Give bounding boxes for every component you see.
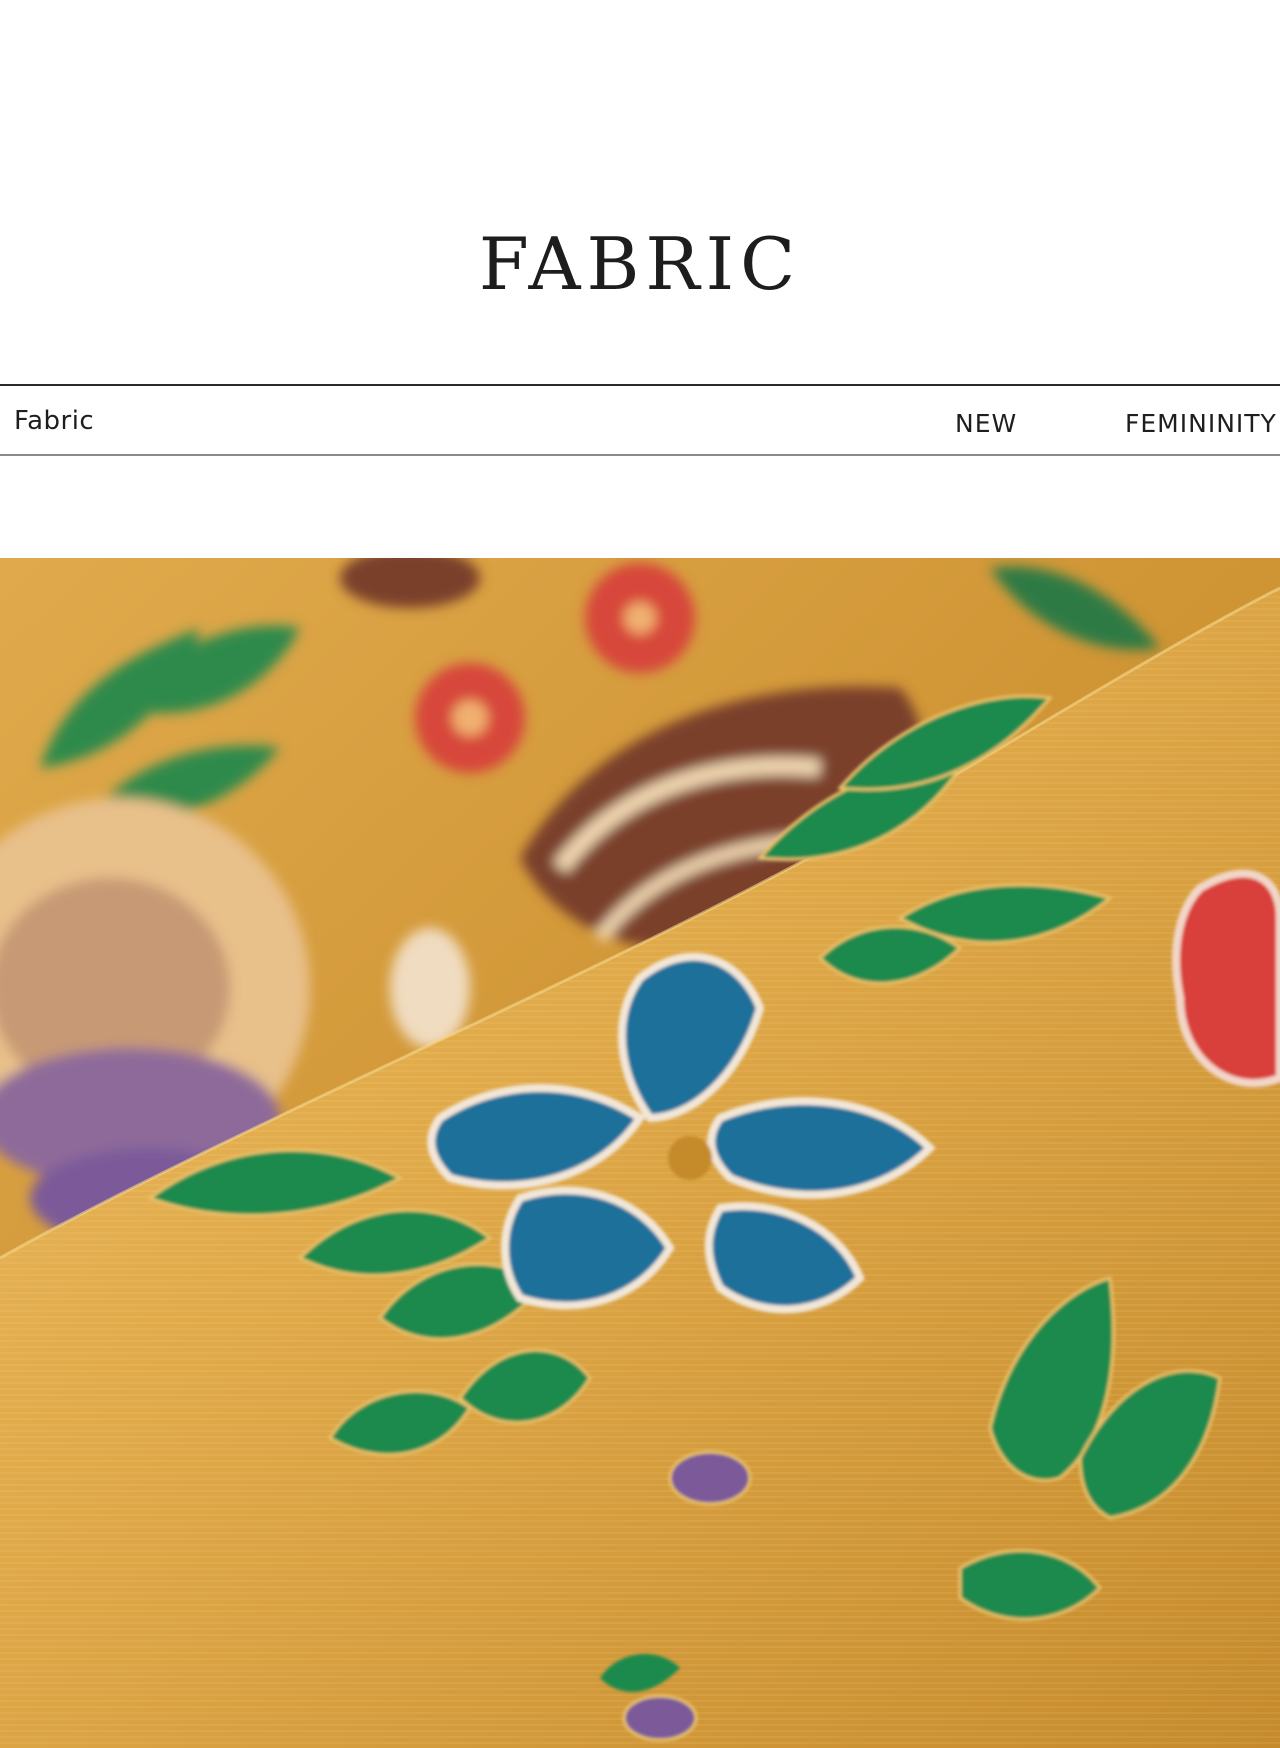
page-title: FABRIC — [478, 222, 802, 306]
gold-brocade-floral-fabric-icon — [0, 558, 1280, 1748]
section-label-femininity: FEMININITY — [1125, 409, 1277, 438]
fabric-photo — [0, 558, 1280, 1748]
section-label-new: NEW — [955, 409, 1018, 438]
section-label-fabric: Fabric — [14, 406, 95, 436]
section-bar: Fabric NEW FEMININITY — [0, 384, 1280, 456]
